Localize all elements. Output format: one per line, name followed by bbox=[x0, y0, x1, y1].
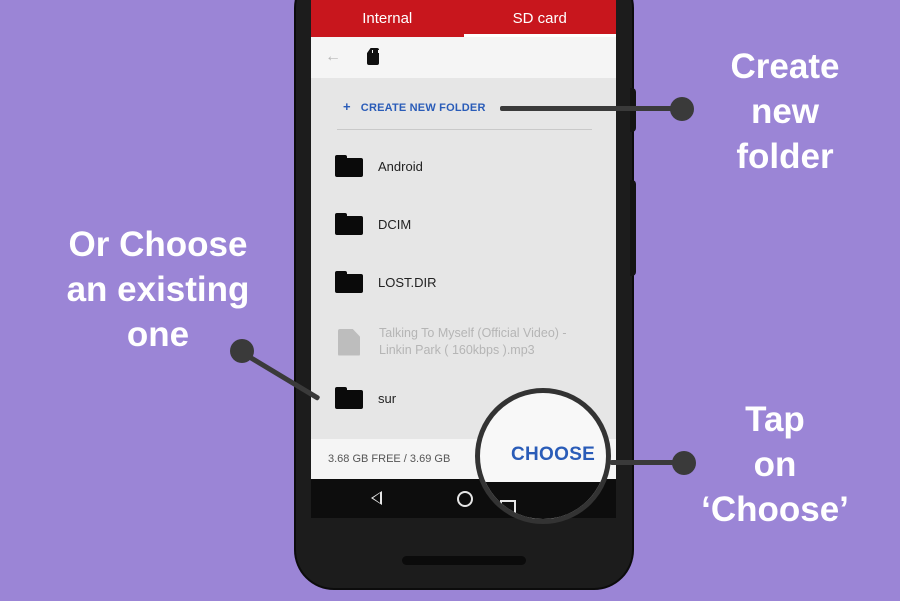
folder-name: DCIM bbox=[378, 216, 412, 232]
volume-button bbox=[630, 180, 636, 276]
tab-internal[interactable]: Internal bbox=[311, 0, 464, 37]
folder-row-android[interactable]: Android bbox=[335, 153, 423, 179]
tab-sd-card[interactable]: SD card bbox=[463, 0, 617, 37]
callout-line: on bbox=[753, 445, 797, 484]
create-new-folder-button[interactable]: + CREATE NEW FOLDER bbox=[343, 99, 486, 114]
folder-icon bbox=[335, 387, 363, 409]
plus-icon: + bbox=[343, 99, 351, 114]
toolbar: ← bbox=[311, 37, 616, 78]
arrow-left-icon[interactable]: ← bbox=[325, 48, 341, 66]
create-new-folder-label: CREATE NEW FOLDER bbox=[360, 102, 486, 114]
callout-tap-choose: Tap on ‘Choose’ bbox=[680, 397, 870, 532]
callout-line: folder bbox=[736, 137, 834, 176]
callout-line: one bbox=[126, 315, 190, 354]
callout-line-create bbox=[500, 106, 682, 111]
divider bbox=[337, 129, 592, 130]
folder-row-dcim[interactable]: DCIM bbox=[335, 211, 411, 237]
file-name-line-2: Linkin Park ( 160kbps ).mp3 bbox=[379, 343, 535, 357]
nav-back-icon[interactable] bbox=[371, 491, 382, 505]
folder-icon bbox=[335, 271, 363, 293]
folder-name: sur bbox=[378, 390, 397, 406]
folder-row-lost-dir[interactable]: LOST.DIR bbox=[335, 269, 437, 295]
magnifier-circle: CHOOSE bbox=[475, 388, 611, 524]
file-row-mp3: Talking To Myself (Official Video) - Lin… bbox=[335, 325, 599, 359]
nav-home-icon[interactable] bbox=[457, 491, 473, 507]
callout-dot-create bbox=[670, 97, 694, 121]
callout-line: new bbox=[750, 92, 820, 131]
magnified-navbar bbox=[480, 482, 606, 519]
storage-tabs: Internal SD card bbox=[311, 0, 616, 37]
nav-recents-icon[interactable] bbox=[500, 500, 516, 516]
sd-card-icon bbox=[367, 48, 379, 65]
callout-line: an existing bbox=[66, 270, 250, 309]
file-icon bbox=[338, 328, 360, 356]
folder-icon bbox=[335, 155, 363, 177]
file-name-line-1: Talking To Myself (Official Video) - bbox=[379, 326, 567, 340]
callout-line: ‘Choose’ bbox=[701, 490, 849, 529]
folder-name: Android bbox=[378, 158, 423, 174]
callout-create-new-folder: Create new folder bbox=[700, 44, 870, 179]
callout-line: Or Choose bbox=[68, 225, 248, 264]
folder-row-sur[interactable]: sur bbox=[335, 385, 396, 411]
phone-speaker bbox=[402, 556, 526, 565]
callout-line: Create bbox=[730, 47, 840, 86]
folder-icon bbox=[335, 213, 363, 235]
file-name: Talking To Myself (Official Video) - Lin… bbox=[379, 325, 599, 359]
callout-choose-existing: Or Choose an existing one bbox=[40, 222, 276, 357]
callout-line: Tap bbox=[745, 400, 805, 439]
storage-free-text: 3.68 GB FREE / 3.69 GB bbox=[328, 453, 451, 465]
folder-name: LOST.DIR bbox=[378, 274, 437, 290]
choose-button[interactable]: CHOOSE bbox=[511, 444, 595, 466]
tutorial-graphic: Internal SD card ← + CREATE NEW FOLDER An… bbox=[0, 0, 900, 601]
